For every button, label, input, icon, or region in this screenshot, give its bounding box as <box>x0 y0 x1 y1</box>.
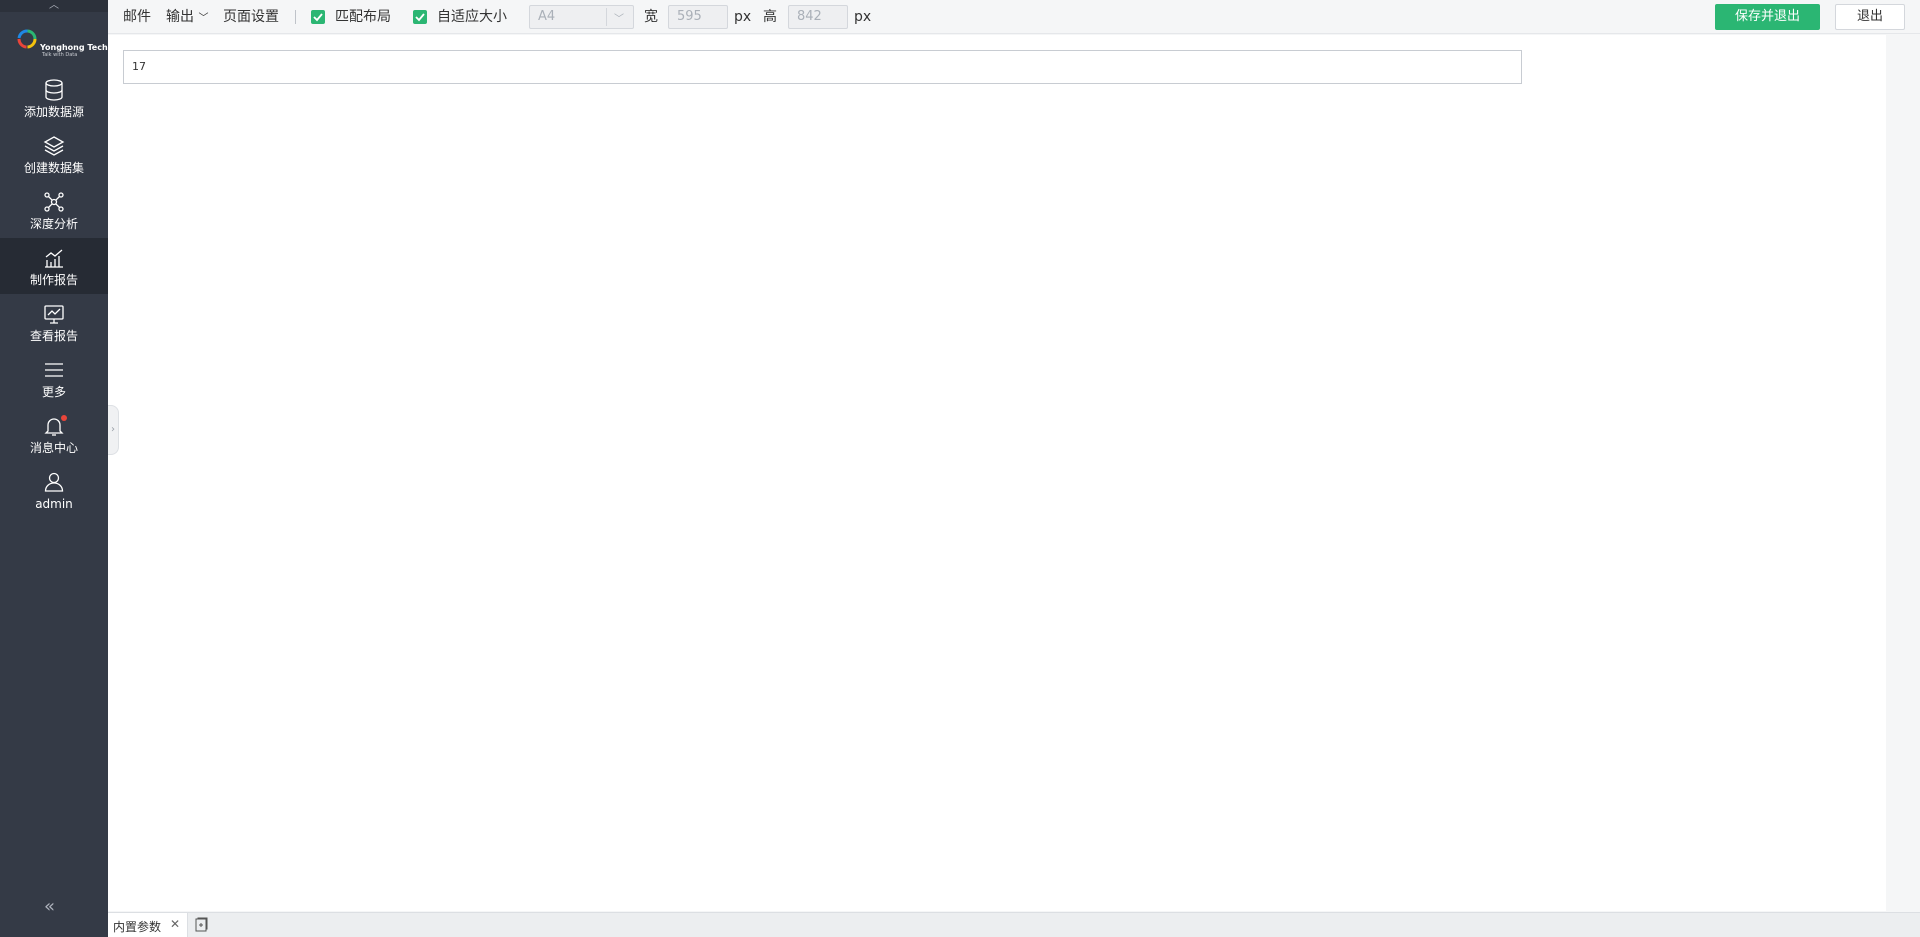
sidebar-item-label: 更多 <box>41 385 66 399</box>
add-sheet-icon[interactable] <box>193 917 209 933</box>
width-unit: px <box>734 9 752 25</box>
chevron-down-icon: ﹀ <box>198 13 209 24</box>
height-unit: px <box>854 9 872 25</box>
close-icon[interactable]: ✕ <box>170 917 180 931</box>
sidebar-item-make-report[interactable]: 制作报告 <box>0 238 108 294</box>
page-setup-menu[interactable]: 页面设置 <box>223 8 279 26</box>
check-icon <box>415 13 425 22</box>
bottom-bar: 内置参数 ✕ <box>108 912 1920 937</box>
double-chevron-left-icon[interactable]: « <box>44 896 55 917</box>
height-label: 高 <box>763 9 777 25</box>
logo-tagline: Talk with Data <box>42 52 78 58</box>
toolbar-divider <box>295 10 296 24</box>
network-icon <box>42 190 66 214</box>
sidebar: ︿ Yonghong Tech Talk with Data 添加数据源 创建数… <box>0 0 108 937</box>
sidebar-item-add-datasource[interactable]: 添加数据源 <box>0 70 108 126</box>
sidebar-item-deep-analysis[interactable]: 深度分析 <box>0 182 108 238</box>
output-menu-label: 输出 <box>166 9 194 25</box>
report-canvas[interactable]: 17 › <box>108 35 1886 911</box>
sidebar-item-more[interactable]: 更多 <box>0 350 108 406</box>
match-layout-checkbox[interactable] <box>311 10 325 24</box>
sidebar-item-label: 深度分析 <box>29 217 78 231</box>
database-icon <box>42 78 66 102</box>
menu-icon <box>42 358 66 382</box>
logo-brand: Yonghong Tech <box>40 43 108 52</box>
text-component[interactable]: 17 <box>123 50 1522 84</box>
auto-fit-label: 自适应大小 <box>437 9 507 25</box>
width-label: 宽 <box>644 9 658 25</box>
notification-badge <box>61 415 67 421</box>
monitor-chart-icon <box>42 302 66 326</box>
output-menu[interactable]: 输出 ﹀ <box>166 8 208 28</box>
sidebar-item-create-dataset[interactable]: 创建数据集 <box>0 126 108 182</box>
auto-fit-checkbox[interactable] <box>413 10 427 24</box>
sidebar-item-label: 制作报告 <box>29 273 78 287</box>
bar-chart-icon <box>42 246 66 270</box>
sidebar-item-label: 查看报告 <box>29 329 78 343</box>
sidebar-item-label: 创建数据集 <box>23 161 84 175</box>
sidebar-item-user[interactable]: admin <box>0 462 108 518</box>
check-icon <box>313 13 323 22</box>
tab-builtin-params[interactable]: 内置参数 ✕ <box>108 913 188 937</box>
logo: Yonghong Tech Talk with Data <box>14 24 108 60</box>
sidebar-item-label: admin <box>35 497 73 511</box>
height-value: 842 <box>797 9 822 24</box>
select-divider <box>606 8 607 26</box>
toolbar: 邮件 输出 ﹀ 页面设置 匹配布局 自适应大小 A4 ﹀ 宽 595 px 高 … <box>108 0 1920 34</box>
tab-label: 内置参数 <box>113 920 162 934</box>
sidebar-item-message-center[interactable]: 消息中心 <box>0 406 108 462</box>
save-and-exit-button[interactable]: 保存并退出 <box>1715 4 1820 30</box>
paper-size-select[interactable]: A4 ﹀ <box>529 5 634 29</box>
sidebar-item-label: 消息中心 <box>29 441 78 455</box>
sidebar-item-label: 添加数据源 <box>23 105 84 119</box>
logo-icon <box>17 29 37 49</box>
layers-icon <box>42 134 66 158</box>
match-layout-label: 匹配布局 <box>335 9 391 25</box>
exit-button[interactable]: 退出 <box>1835 4 1905 30</box>
chevron-up-icon[interactable]: ︿ <box>0 0 108 12</box>
text-component-value: 17 <box>132 60 146 73</box>
paper-size-value: A4 <box>538 9 556 24</box>
vertical-scrollbar[interactable] <box>1886 35 1920 911</box>
height-input[interactable]: 842 <box>788 5 848 29</box>
chevron-down-icon: ﹀ <box>614 14 624 25</box>
user-icon <box>42 470 66 494</box>
expand-panel-handle[interactable]: › <box>108 405 119 455</box>
width-value: 595 <box>677 9 702 24</box>
mail-menu[interactable]: 邮件 <box>123 8 151 26</box>
width-input[interactable]: 595 <box>668 5 728 29</box>
sidebar-item-view-report[interactable]: 查看报告 <box>0 294 108 350</box>
